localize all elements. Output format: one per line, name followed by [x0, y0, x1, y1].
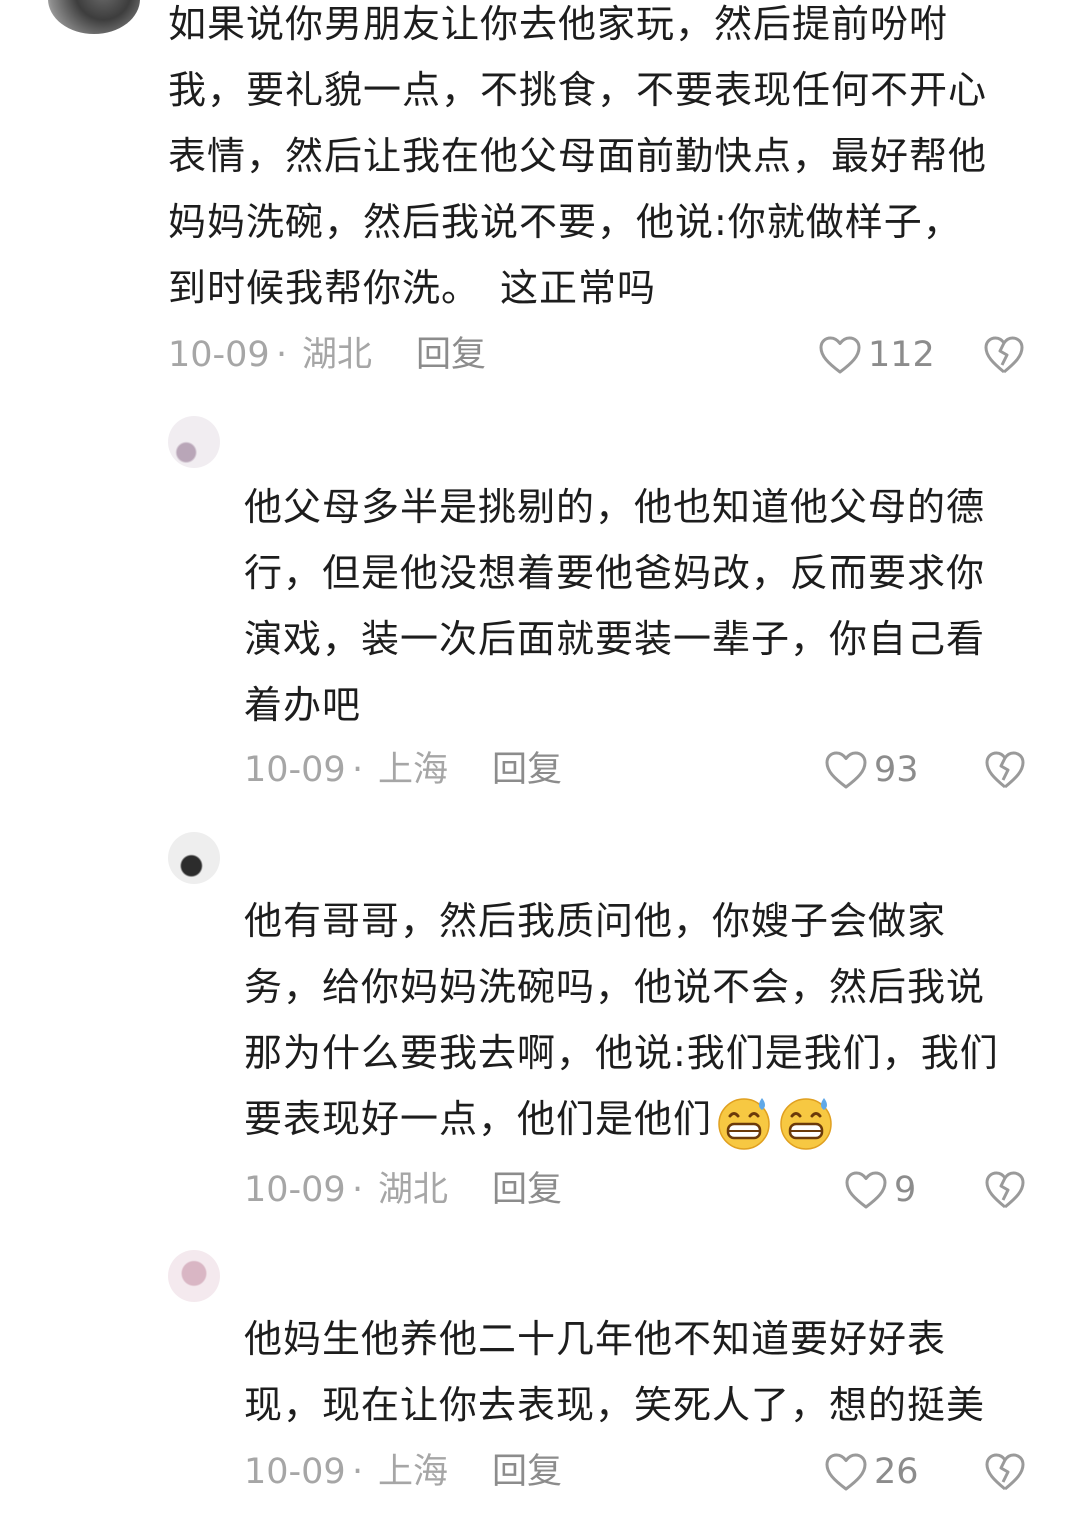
avatar[interactable]	[168, 416, 220, 468]
comment-line: 要表现好一点，他们是他们	[244, 1086, 999, 1152]
comment-line: 他父母多半是挑剔的，他也知道他父母的德	[244, 485, 986, 529]
comment-line: 到时候我帮你洗。 这正常吗	[168, 266, 657, 310]
comment-date: 10-09	[244, 1452, 346, 1492]
reply-button[interactable]: 回复	[492, 1170, 562, 1210]
separator: ·	[276, 335, 288, 375]
comment-meta: 10-09 · 湖北 回复 112	[168, 335, 1038, 375]
separator: ·	[352, 1170, 364, 1210]
like-button[interactable]: 112	[818, 333, 935, 377]
heart-outline-icon	[824, 750, 868, 790]
comment-2: 他父母多半是挑剔的，他也知道他父母的德 行，但是他没想着要他爸妈改，反而要求你 …	[0, 390, 1077, 810]
like-count: 112	[868, 335, 935, 375]
comment-text: 他妈生他养他二十几年他不知道要好好表 现，现在让你去表现，笑死人了，想的挺美	[244, 1306, 985, 1438]
comment-line: 那为什么要我去啊，他说:我们是我们，我们	[244, 1031, 999, 1075]
comment-line-text: 要表现好一点，他们是他们	[244, 1097, 713, 1141]
comment-meta: 10-09 · 湖北 回复 9	[244, 1170, 1039, 1210]
comment-4: 他妈生他养他二十几年他不知道要好好表 现，现在让你去表现，笑死人了，想的挺美 1…	[0, 1230, 1077, 1518]
like-button[interactable]: 26	[824, 1450, 919, 1494]
comment-location: 上海	[378, 1452, 449, 1492]
avatar[interactable]	[48, 0, 140, 34]
like-button[interactable]: 93	[824, 748, 919, 792]
heart-outline-icon	[824, 1452, 868, 1492]
comment-meta: 10-09 · 上海 回复 26	[244, 1452, 1039, 1492]
comment-location: 上海	[378, 750, 449, 790]
avatar[interactable]	[168, 1250, 220, 1302]
comment-location: 湖北	[302, 335, 373, 375]
heart-outline-icon	[844, 1170, 888, 1210]
separator: ·	[352, 1452, 364, 1492]
comment-line: 他有哥哥，然后我质问他，你嫂子会做家	[244, 899, 947, 943]
comment-text: 他有哥哥，然后我质问他，你嫂子会做家 务，给你妈妈洗碗吗，他说不会，然后我说 那…	[244, 888, 999, 1152]
comment-line: 表情，然后让我在他父母面前勤快点，最好帮他	[168, 134, 988, 178]
reply-button[interactable]: 回复	[416, 335, 486, 375]
heart-outline-icon	[818, 335, 862, 375]
broken-heart-icon[interactable]	[984, 750, 1026, 790]
comment-meta: 10-09 · 上海 回复 93	[244, 750, 1039, 790]
broken-heart-icon[interactable]	[983, 335, 1025, 375]
grinning-sweat-emoji-icon	[776, 1092, 836, 1152]
comment-line: 我，要礼貌一点，不挑食，不要表现任何不开心	[168, 68, 988, 112]
broken-heart-icon[interactable]	[984, 1170, 1026, 1210]
comment-line: 务，给你妈妈洗碗吗，他说不会，然后我说	[244, 965, 986, 1009]
avatar[interactable]	[168, 832, 220, 884]
like-button[interactable]: 9	[844, 1168, 916, 1212]
comment-line: 妈妈洗碗，然后我说不要，他说:你就做样子，	[168, 200, 962, 244]
reply-button[interactable]: 回复	[492, 1452, 562, 1492]
comment-line: 如果说你男朋友让你去他家玩，然后提前吩咐	[168, 2, 949, 46]
comment-line: 现，现在让你去表现，笑死人了，想的挺美	[244, 1383, 986, 1427]
comment-text: 如果说你男朋友让你去他家玩，然后提前吩咐 我，要礼貌一点，不挑食，不要表现任何不…	[168, 0, 987, 321]
comment-location: 湖北	[378, 1170, 449, 1210]
comment-3: 他有哥哥，然后我质问他，你嫂子会做家 务，给你妈妈洗碗吗，他说不会，然后我说 那…	[0, 810, 1077, 1230]
reply-button[interactable]: 回复	[492, 750, 562, 790]
comment-1: 如果说你男朋友让你去他家玩，然后提前吩咐 我，要礼貌一点，不挑食，不要表现任何不…	[0, 0, 1077, 390]
comment-line: 行，但是他没想着要他爸妈改，反而要求你	[244, 551, 986, 595]
comment-line: 他妈生他养他二十几年他不知道要好好表	[244, 1317, 947, 1361]
separator: ·	[352, 750, 364, 790]
comment-date: 10-09	[244, 1170, 346, 1210]
comment-text: 他父母多半是挑剔的，他也知道他父母的德 行，但是他没想着要他爸妈改，反而要求你 …	[244, 474, 985, 738]
broken-heart-icon[interactable]	[984, 1452, 1026, 1492]
comment-date: 10-09	[168, 335, 270, 375]
comment-line: 着办吧	[244, 683, 362, 727]
like-count: 93	[874, 750, 919, 790]
comment-date: 10-09	[244, 750, 346, 790]
grinning-sweat-emoji-icon	[714, 1092, 774, 1152]
like-count: 26	[874, 1452, 919, 1492]
like-count: 9	[894, 1170, 917, 1210]
comment-line: 演戏，装一次后面就要装一辈子，你自己看	[244, 617, 986, 661]
